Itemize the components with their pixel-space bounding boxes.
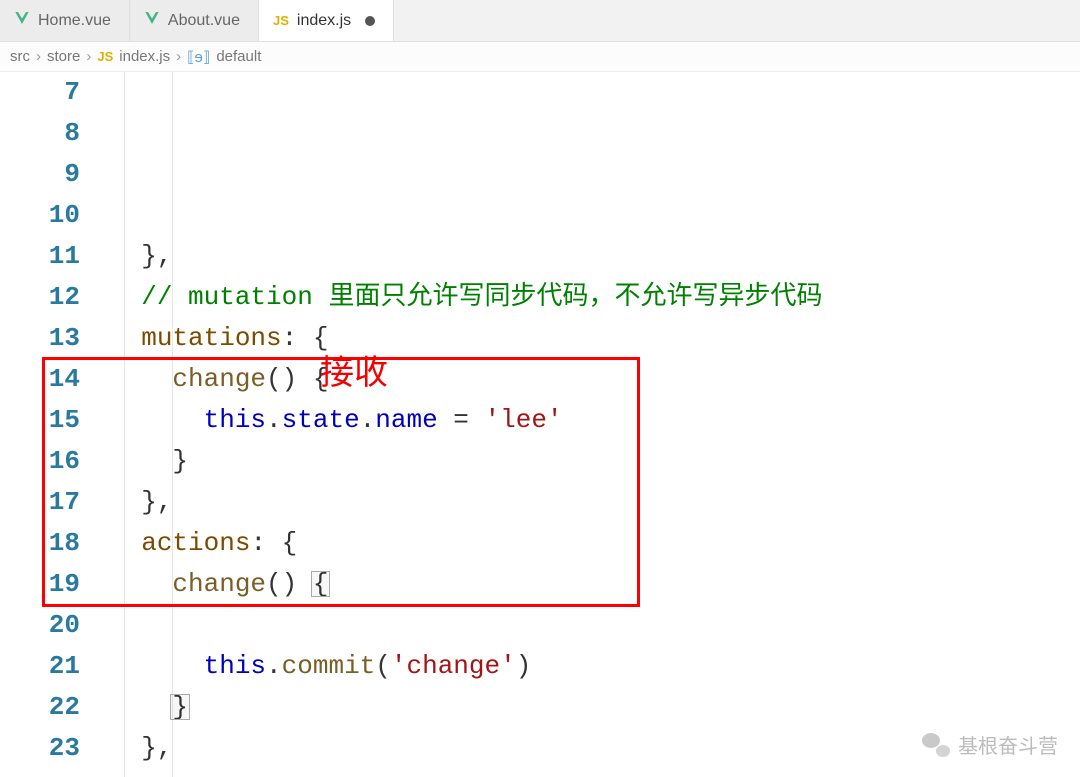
line-number: 21 — [0, 646, 80, 687]
tab-bar: Home.vue About.vue JS index.js — [0, 0, 1080, 42]
code-line[interactable]: modules: { — [110, 769, 822, 777]
code-line[interactable]: } — [110, 687, 822, 728]
breadcrumb-item[interactable]: index.js — [119, 48, 170, 65]
watermark: 基根奋斗营 — [922, 730, 1058, 759]
line-number: 20 — [0, 605, 80, 646]
line-number: 23 — [0, 728, 80, 769]
code-line[interactable]: change() { — [110, 359, 822, 400]
code-line[interactable] — [110, 605, 822, 646]
tab-about-vue[interactable]: About.vue — [130, 0, 259, 41]
line-number: 22 — [0, 687, 80, 728]
tab-label: Home.vue — [38, 12, 111, 30]
code-editor[interactable]: 7891011121314151617181920212223 }, // mu… — [0, 72, 1080, 777]
code-line[interactable]: } — [110, 441, 822, 482]
vue-icon — [144, 10, 160, 31]
code-area[interactable]: }, // mutation 里面只允许写同步代码，不允许写异步代码 mutat… — [100, 72, 822, 777]
tab-home-vue[interactable]: Home.vue — [0, 0, 130, 41]
line-number: 18 — [0, 523, 80, 564]
vue-icon — [14, 10, 30, 31]
code-line[interactable]: }, — [110, 482, 822, 523]
line-number: 16 — [0, 441, 80, 482]
code-line[interactable]: this.commit('change') — [110, 646, 822, 687]
line-number-gutter: 7891011121314151617181920212223 — [0, 72, 100, 777]
line-number: 13 — [0, 318, 80, 359]
code-line[interactable]: actions: { — [110, 523, 822, 564]
line-number: 9 — [0, 154, 80, 195]
line-number: 10 — [0, 195, 80, 236]
code-line[interactable]: this.state.name = 'lee' — [110, 400, 822, 441]
line-number: 7 — [0, 72, 80, 113]
line-number: 17 — [0, 482, 80, 523]
wechat-icon — [922, 733, 950, 757]
line-number: 12 — [0, 277, 80, 318]
annotation-label: 接收 — [320, 353, 388, 394]
line-number: 11 — [0, 236, 80, 277]
breadcrumb-item[interactable]: src — [10, 48, 30, 65]
js-icon: JS — [97, 49, 113, 64]
tab-label: About.vue — [168, 12, 240, 30]
code-line[interactable]: mutations: { — [110, 318, 822, 359]
dirty-indicator-icon — [365, 16, 375, 26]
tab-index-js[interactable]: JS index.js — [259, 0, 394, 41]
symbol-icon: ⟦ɘ⟧ — [187, 48, 210, 66]
breadcrumb: src › store › JS index.js › ⟦ɘ⟧ default — [0, 42, 1080, 72]
tab-label: index.js — [297, 12, 351, 30]
breadcrumb-item[interactable]: store — [47, 48, 80, 65]
chevron-right-icon: › — [36, 48, 41, 65]
line-number: 14 — [0, 359, 80, 400]
code-line[interactable]: // mutation 里面只允许写同步代码，不允许写异步代码 — [110, 277, 822, 318]
chevron-right-icon: › — [86, 48, 91, 65]
code-line[interactable]: }, — [110, 236, 822, 277]
breadcrumb-item[interactable]: default — [216, 48, 261, 65]
code-line[interactable]: change() { — [110, 564, 822, 605]
code-line[interactable]: }, — [110, 728, 822, 769]
line-number: 8 — [0, 113, 80, 154]
watermark-text: 基根奋斗营 — [958, 730, 1058, 759]
line-number: 15 — [0, 400, 80, 441]
chevron-right-icon: › — [176, 48, 181, 65]
js-icon: JS — [273, 13, 289, 28]
line-number: 19 — [0, 564, 80, 605]
